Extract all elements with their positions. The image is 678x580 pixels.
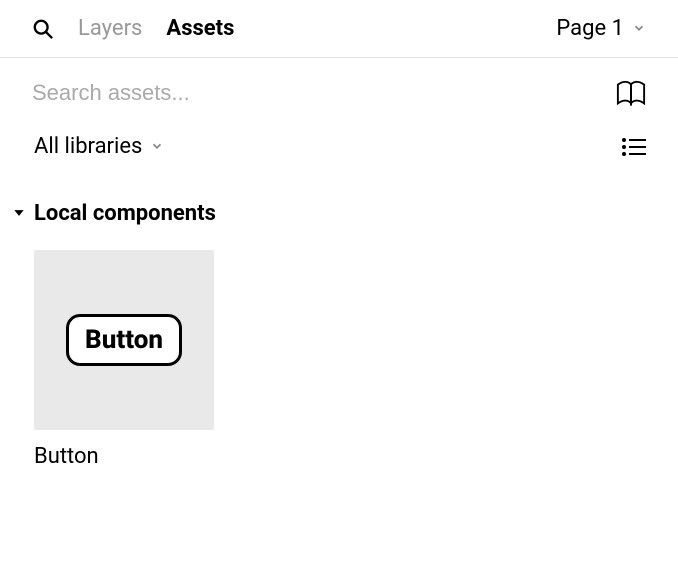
library-filter-label: All libraries [34,134,142,159]
chevron-down-icon [632,16,646,41]
page-selector[interactable]: Page 1 [556,16,646,41]
search-row [0,58,678,116]
library-filter[interactable]: All libraries [34,134,164,159]
section-local-components[interactable]: Local components [0,169,678,226]
library-icon[interactable] [616,80,646,106]
component-grid: Button Button [0,226,678,493]
tab-assets[interactable]: Assets [166,16,234,41]
component-card[interactable]: Button Button [34,250,214,469]
caret-down-icon [12,201,26,226]
page-selector-label: Page 1 [556,16,624,41]
tab-layers[interactable]: Layers [78,16,142,41]
search-icon[interactable] [32,18,54,40]
list-view-icon[interactable] [622,137,646,157]
component-name: Button [34,444,214,469]
panel-header: Layers Assets Page 1 [0,0,678,58]
section-title: Local components [34,201,216,226]
search-input[interactable] [32,80,432,106]
filter-row: All libraries [0,116,678,169]
panel-tabs: Layers Assets [78,16,234,41]
component-preview: Button [34,250,214,430]
header-left: Layers Assets [32,16,234,41]
component-preview-element: Button [66,314,182,366]
chevron-down-icon [150,134,164,159]
